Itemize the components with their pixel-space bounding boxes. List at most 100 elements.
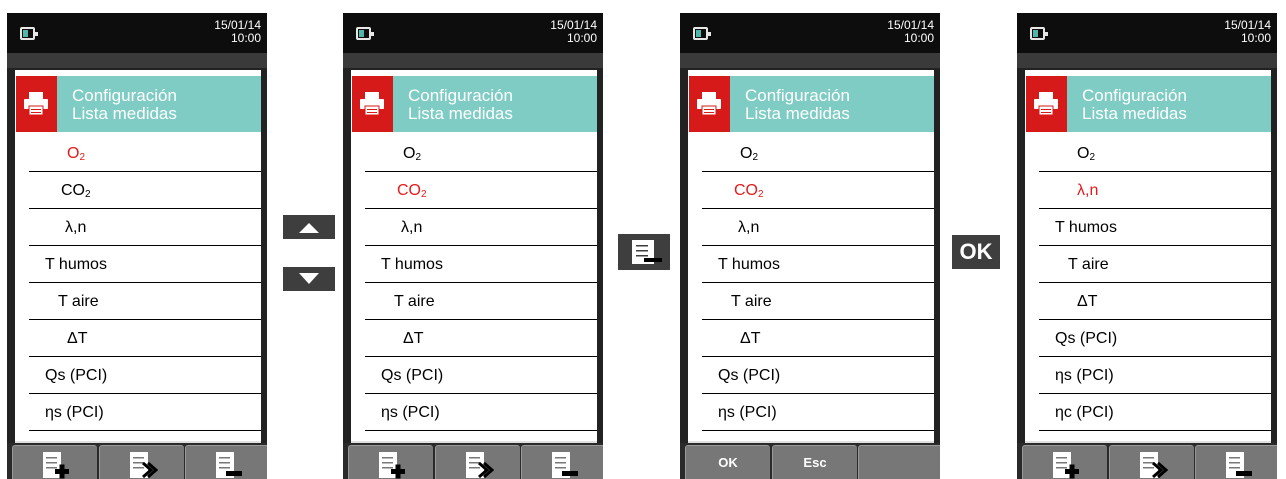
measure-list-item[interactable]: T aire — [1025, 246, 1271, 283]
measure-list-item[interactable]: T humos — [15, 246, 261, 283]
measure-item-text: CO — [61, 182, 85, 199]
measure-item-label: T aire — [394, 283, 435, 320]
measure-list-item[interactable]: Qs (PCI) — [1025, 320, 1271, 357]
measure-list-item[interactable]: ηs (PCI) — [1025, 357, 1271, 394]
measure-list-item[interactable]: ΔT — [351, 320, 597, 357]
measure-list-item[interactable]: ηc (PCI) — [1025, 394, 1271, 431]
measure-list-item[interactable]: T aire — [351, 283, 597, 320]
measure-item-label: λ,n — [1077, 172, 1098, 209]
measure-list-item[interactable]: CO2 — [351, 172, 597, 209]
measure-list-item[interactable]: ηs (PCI) — [688, 394, 934, 431]
up-arrow-button[interactable] — [283, 215, 335, 239]
measure-item-label: ηc (PCI) — [1055, 394, 1114, 431]
softkey-add-line[interactable] — [1022, 445, 1107, 479]
measure-list-item[interactable]: ΔT — [1025, 283, 1271, 320]
measure-list-item[interactable]: ηs (PCI) — [15, 394, 261, 431]
menu-title-line-1: Configuración — [745, 86, 850, 105]
measure-list-item[interactable]: Qs (PCI) — [15, 357, 261, 394]
softkey-remove-line[interactable] — [521, 445, 603, 479]
menu-header: Configuración Lista medidas — [16, 76, 261, 132]
down-arrow-button[interactable] — [283, 267, 335, 291]
measure-list-item[interactable]: T humos — [1025, 209, 1271, 246]
measure-list-item[interactable]: T humos — [351, 246, 597, 283]
row-divider — [1039, 430, 1271, 431]
printer-icon — [689, 76, 730, 132]
printer-icon — [352, 76, 393, 132]
softkey-move-line[interactable] — [1109, 445, 1194, 479]
measure-list-panel: Configuración Lista medidas O2 CO2 λ,n T humo… — [688, 70, 934, 446]
softkey-move-line[interactable] — [435, 445, 520, 479]
measure-item-text: ΔT — [740, 330, 761, 347]
add-line-icon — [43, 452, 69, 479]
top-strip — [7, 53, 267, 68]
measure-item-text: ΔT — [67, 330, 88, 347]
measure-list-item[interactable]: O2 — [15, 135, 261, 172]
measure-item-text: ΔT — [403, 330, 424, 347]
measure-list-item[interactable]: ΔT — [688, 320, 934, 357]
softkey-bar: OK Esc — [680, 443, 940, 479]
measure-list-item[interactable]: CO2 — [688, 172, 934, 209]
remove-line-button[interactable] — [618, 234, 670, 270]
measure-list-item[interactable]: ΔT — [15, 320, 261, 357]
move-line-icon — [130, 452, 158, 479]
softkey-remove-line[interactable] — [1195, 445, 1277, 479]
measure-item-label: ηs (PCI) — [1055, 357, 1114, 394]
battery-icon — [356, 27, 374, 40]
measure-list-item[interactable]: CO2 — [15, 172, 261, 209]
measure-list-panel: Configuración Lista medidas O2 CO2 λ,n T humo… — [351, 70, 597, 446]
measure-item-text: ηs (PCI) — [718, 404, 777, 421]
row-divider — [702, 430, 934, 431]
measure-list-item[interactable]: O2 — [1025, 135, 1271, 172]
softkey-bar — [343, 443, 603, 479]
measure-list-item[interactable]: O2 — [688, 135, 934, 172]
measure-item-text: O — [740, 145, 753, 162]
measure-list-item[interactable]: Qs (PCI) — [688, 357, 934, 394]
measure-item-label: λ,n — [738, 209, 759, 246]
menu-title: Configuración Lista medidas — [1082, 87, 1187, 123]
status-bar: 15/01/14 10:00 — [7, 13, 267, 53]
measure-list-item[interactable]: T aire — [15, 283, 261, 320]
date-time: 15/01/14 10:00 — [887, 19, 934, 45]
measure-list-item[interactable]: O2 — [351, 135, 597, 172]
measure-list-item[interactable]: λ,n — [688, 209, 934, 246]
measure-item-label: CO2 — [397, 172, 427, 209]
measure-list-item[interactable]: λ,n — [351, 209, 597, 246]
status-bar: 15/01/14 10:00 — [1017, 13, 1277, 53]
device-screen-4: 15/01/14 10:00 Configuración Lista medidas O… — [1017, 13, 1277, 479]
measure-item-label: T aire — [1068, 246, 1109, 283]
top-strip — [343, 53, 603, 68]
measure-item-label: Qs (PCI) — [718, 357, 780, 394]
softkey-1[interactable]: OK — [685, 445, 770, 479]
softkey-2[interactable]: Esc — [772, 445, 857, 479]
remove-line-icon — [1226, 452, 1252, 478]
measure-list-item[interactable]: λ,n — [1025, 172, 1271, 209]
status-bar: 15/01/14 10:00 — [343, 13, 603, 53]
measure-item-subscript: 2 — [758, 189, 764, 200]
softkey-bar — [1017, 443, 1277, 479]
measure-list-item[interactable]: T aire — [688, 283, 934, 320]
measure-item-text: λ,n — [1077, 182, 1099, 199]
measure-item-label: T humos — [1055, 209, 1117, 246]
measure-item-label: CO2 — [734, 172, 764, 209]
softkey-move-line[interactable] — [99, 445, 184, 479]
ok-button[interactable]: OK — [952, 235, 1000, 269]
status-bar: 15/01/14 10:00 — [680, 13, 940, 53]
softkey-3[interactable] — [858, 445, 940, 479]
measure-list-item[interactable]: ηs (PCI) — [351, 394, 597, 431]
softkey-add-line[interactable] — [12, 445, 97, 479]
measure-item-label: O2 — [67, 135, 85, 172]
measure-item-text: Qs (PCI) — [718, 367, 781, 384]
top-strip — [1017, 53, 1277, 68]
remove-line-icon — [552, 452, 578, 478]
menu-header: Configuración Lista medidas — [352, 76, 597, 132]
measure-list-item[interactable]: Qs (PCI) — [351, 357, 597, 394]
measure-item-label: λ,n — [401, 209, 422, 246]
add-line-icon — [379, 452, 405, 479]
printer-icon — [1026, 76, 1067, 132]
menu-title-line-2: Lista medidas — [745, 104, 850, 123]
date-time: 15/01/14 10:00 — [550, 19, 597, 45]
measure-list-item[interactable]: T humos — [688, 246, 934, 283]
softkey-add-line[interactable] — [348, 445, 433, 479]
measure-list-item[interactable]: λ,n — [15, 209, 261, 246]
softkey-remove-line[interactable] — [185, 445, 267, 479]
